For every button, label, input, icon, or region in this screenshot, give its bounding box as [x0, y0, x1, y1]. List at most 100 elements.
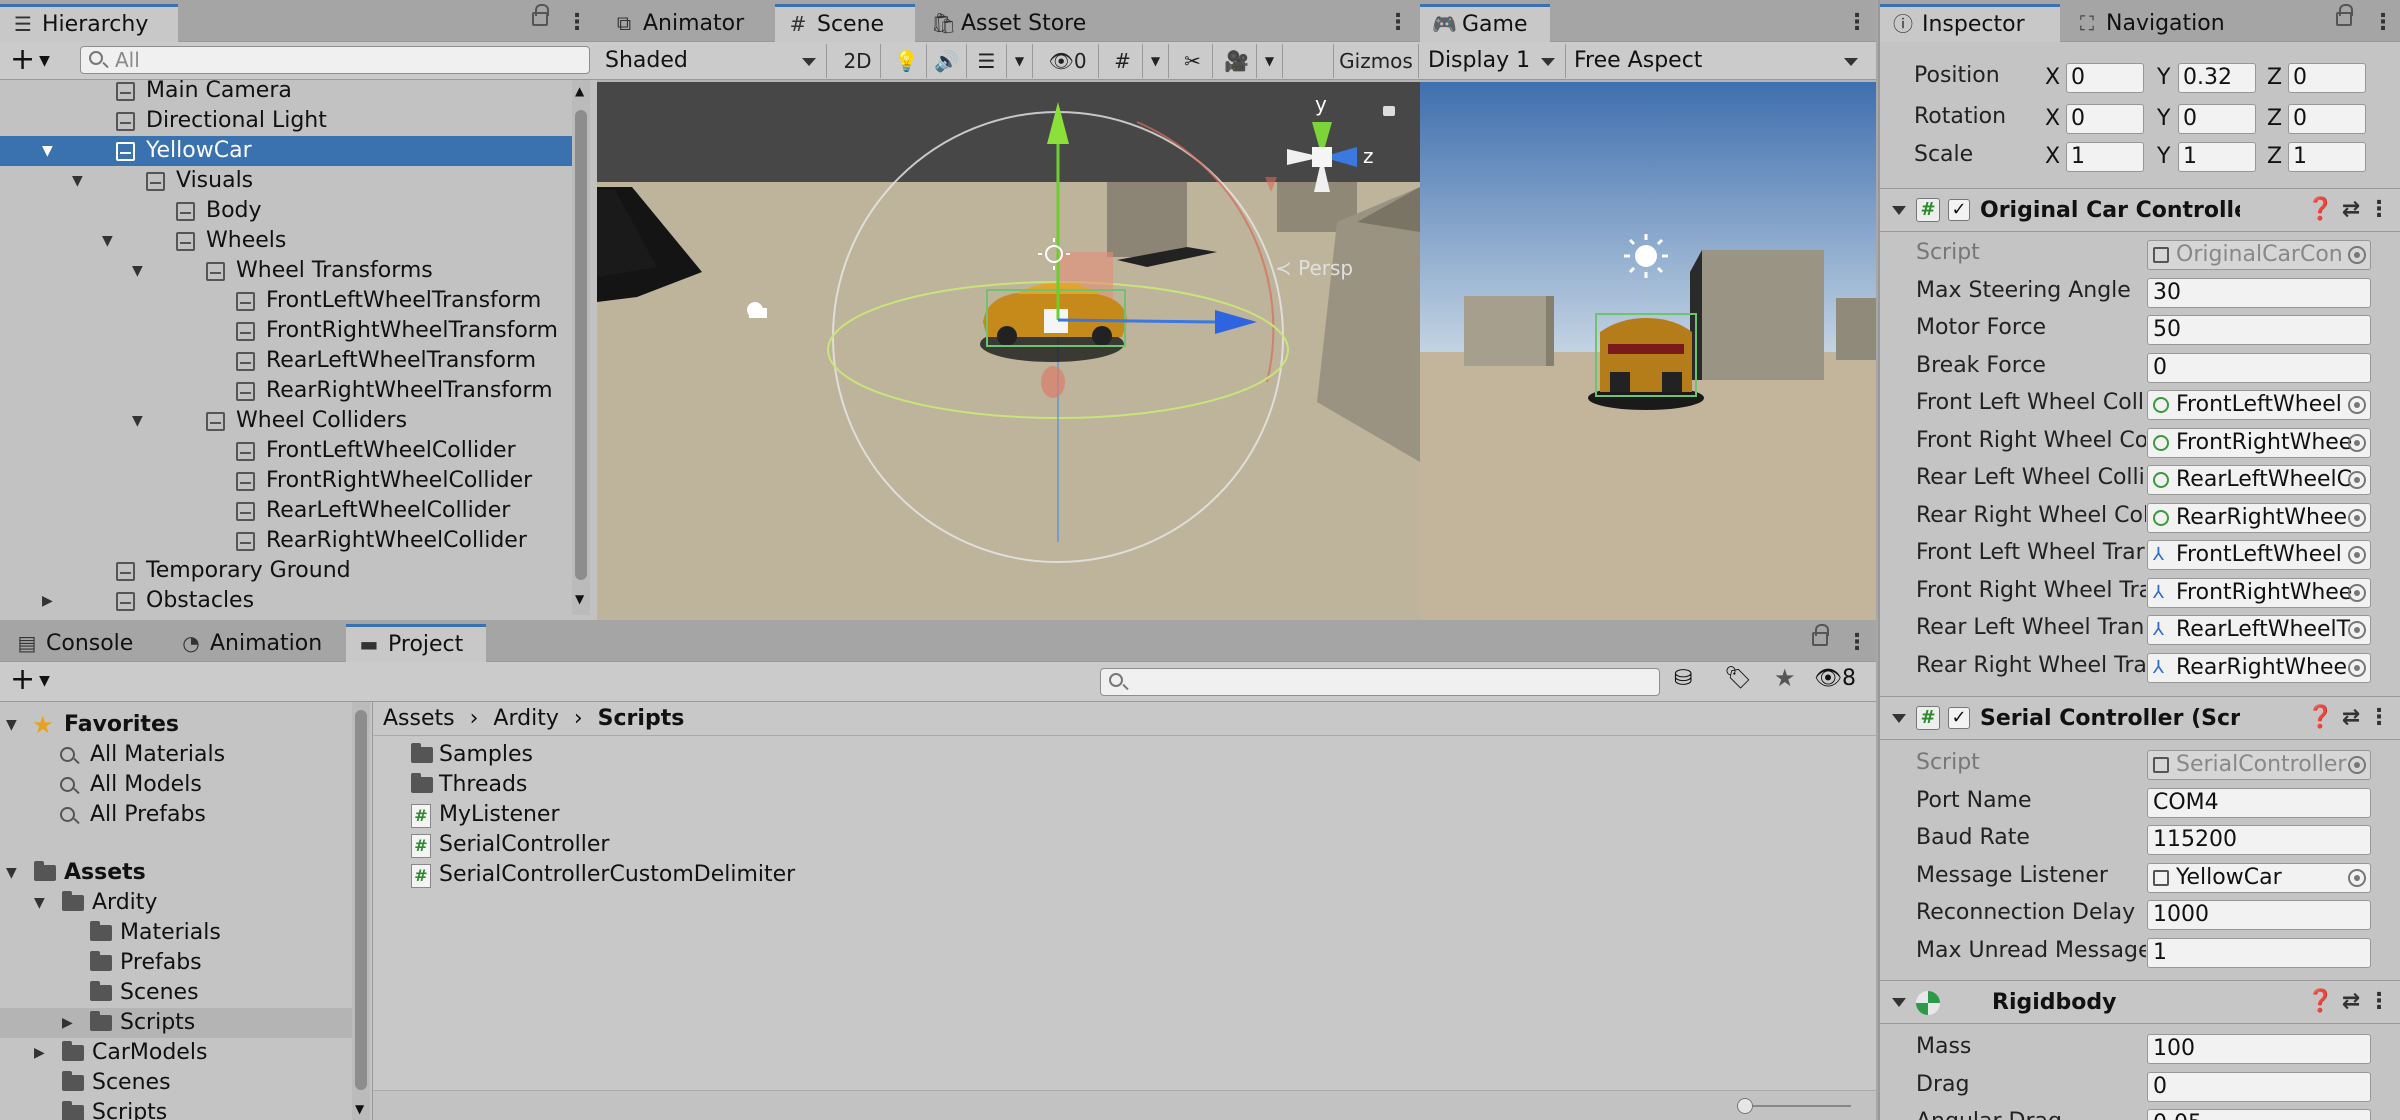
folder-item[interactable]: Threads — [373, 770, 1373, 800]
scroll-thumb[interactable] — [575, 110, 587, 580]
tab-asset-store[interactable]: 🛍 Asset Store — [919, 4, 1100, 42]
tab-inspector[interactable]: ⓘ Inspector — [1880, 4, 2060, 42]
lock-icon[interactable] — [2336, 4, 2353, 26]
zoom-slider-handle[interactable] — [1737, 1098, 1753, 1114]
expand-arrow-right-icon[interactable]: ▶ — [42, 586, 53, 616]
create-button[interactable]: + ▼ — [10, 662, 50, 699]
enabled-checkbox[interactable]: ✓ — [1948, 199, 1970, 221]
aspect-dropdown[interactable]: Free Aspect — [1566, 44, 1868, 78]
rotation-z-field[interactable]: 0 — [2288, 104, 2366, 134]
help-icon[interactable]: ❓ — [2307, 197, 2334, 222]
expand-arrow-down-icon[interactable]: ▼ — [34, 888, 45, 918]
hierarchy-search-input[interactable]: All — [80, 46, 590, 74]
value-field[interactable]: 50 — [2147, 315, 2371, 345]
camera-dropdown-icon[interactable]: ▼ — [1257, 44, 1283, 78]
kebab-menu-icon[interactable]: ⋮ — [2372, 10, 2394, 35]
position-z-field[interactable]: 0 — [2288, 63, 2366, 93]
toggle-2d-button[interactable]: 2D — [835, 44, 881, 78]
scene-viewport[interactable]: y z ≺ Persp — [597, 82, 1420, 620]
object-reference-field[interactable]: RearLeftWheelC — [2147, 465, 2371, 495]
asset-folder-item[interactable]: ▶ Scripts — [0, 1008, 352, 1038]
object-reference-field[interactable]: YellowCar — [2147, 862, 2371, 893]
gizmos-button[interactable]: Gizmos — [1333, 44, 1419, 78]
position-y-field[interactable]: 0.32 — [2178, 63, 2256, 93]
tools-icon[interactable]: ✂ — [1173, 44, 1213, 78]
breadcrumb-assets[interactable]: Assets — [383, 706, 455, 731]
scroll-up-arrow-icon[interactable]: ▲ — [575, 84, 584, 98]
tab-console[interactable]: ▤ Console — [4, 624, 147, 662]
asset-folder-item[interactable]: Scripts — [0, 1098, 352, 1120]
hierarchy-item[interactable]: Directional Light — [0, 106, 572, 136]
grid-toggle-icon[interactable]: # — [1103, 44, 1143, 78]
object-picker-icon[interactable] — [2348, 756, 2366, 774]
hierarchy-item[interactable]: FrontRightWheelTransform — [0, 316, 572, 346]
value-field[interactable]: 0 — [2147, 1071, 2371, 1102]
hierarchy-item[interactable]: RearRightWheelCollider — [0, 526, 572, 556]
value-field[interactable]: 100 — [2147, 1034, 2371, 1064]
hierarchy-item[interactable]: ▼ Visuals — [0, 166, 572, 196]
filter-by-type-icon[interactable]: ⛁ — [1674, 666, 1692, 691]
value-field[interactable]: 115200 — [2147, 825, 2371, 855]
object-reference-field[interactable]: FrontLeftWheel — [2147, 540, 2371, 570]
scale-z-field[interactable]: 1 — [2288, 142, 2366, 172]
expand-arrow-down-icon[interactable]: ▼ — [72, 166, 83, 196]
kebab-menu-icon[interactable]: ⋮ — [2368, 197, 2390, 222]
value-field[interactable]: 0.05 — [2147, 1109, 2371, 1120]
tab-animation[interactable]: ◔ Animation — [168, 624, 336, 662]
audio-toggle-icon[interactable]: 🔊 — [927, 44, 967, 78]
tab-scene[interactable]: # Scene — [775, 4, 915, 42]
kebab-menu-icon[interactable]: ⋮ — [1387, 10, 1409, 35]
breadcrumb-scripts[interactable]: Scripts — [598, 706, 685, 731]
tab-game[interactable]: 🎮 Game — [1420, 4, 1550, 42]
preset-icon[interactable]: ⇄ — [2342, 705, 2360, 730]
preset-icon[interactable]: ⇄ — [2342, 989, 2360, 1014]
favorite-search-item[interactable]: All Materials — [0, 740, 352, 770]
object-reference-field[interactable]: RearRightWhee — [2147, 502, 2371, 533]
project-search-input[interactable] — [1100, 668, 1660, 696]
value-field[interactable]: 30 — [2147, 277, 2371, 308]
hierarchy-item[interactable]: RearLeftWheelCollider — [0, 496, 572, 526]
value-field[interactable]: 0 — [2147, 352, 2371, 383]
scene-visibility-button[interactable]: 👁0 — [1037, 44, 1099, 78]
object-picker-icon[interactable] — [2348, 583, 2366, 602]
object-picker-icon[interactable] — [2348, 546, 2366, 564]
object-picker-icon[interactable] — [2348, 658, 2366, 677]
hierarchy-item[interactable]: RearLeftWheelTransform — [0, 346, 572, 376]
folder-tree-scrollbar[interactable]: ▼ — [352, 702, 370, 1120]
lock-icon[interactable] — [1812, 624, 1829, 646]
expand-arrow-down-icon[interactable]: ▼ — [102, 226, 113, 256]
lighting-toggle-icon[interactable]: 💡 — [887, 44, 927, 78]
hierarchy-item[interactable]: ▼ Wheel Colliders — [0, 406, 572, 436]
object-picker-icon[interactable] — [2348, 246, 2366, 264]
asset-folder-item[interactable]: Materials — [0, 918, 352, 948]
grid-dropdown-icon[interactable]: ▼ — [1143, 44, 1169, 78]
favorite-search-item[interactable]: All Prefabs — [0, 800, 352, 830]
scale-y-field[interactable]: 1 — [2178, 142, 2256, 172]
collapse-arrow-icon[interactable] — [1892, 714, 1906, 723]
expand-arrow-down-icon[interactable]: ▼ — [132, 256, 143, 286]
add-button[interactable]: + ▼ — [10, 42, 50, 79]
rigidbody-header[interactable]: Rigidbody ❓ ⇄ ⋮ — [1880, 980, 2400, 1024]
scroll-thumb[interactable] — [355, 710, 367, 1090]
filter-by-label-icon[interactable]: 🏷 — [1724, 666, 1752, 691]
hierarchy-item[interactable]: ▼ YellowCar — [0, 136, 572, 166]
enabled-checkbox[interactable]: ✓ — [1948, 707, 1970, 729]
orientation-gizmo[interactable]: y z — [1257, 92, 1387, 242]
tab-navigation[interactable]: ⛶ Navigation — [2064, 4, 2239, 42]
hierarchy-item[interactable]: RearRightWheelTransform — [0, 376, 572, 406]
value-field[interactable]: COM4 — [2147, 787, 2371, 818]
position-x-field[interactable]: 0 — [2066, 63, 2144, 93]
kebab-menu-icon[interactable]: ⋮ — [2368, 705, 2390, 730]
object-picker-icon[interactable] — [2348, 433, 2366, 452]
lock-icon[interactable] — [532, 4, 549, 26]
hidden-packages-button[interactable]: 👁8 — [1814, 666, 1856, 691]
preset-icon[interactable]: ⇄ — [2342, 197, 2360, 222]
expand-arrow-down-icon[interactable]: ▼ — [6, 858, 17, 888]
gizmo-lock-icon[interactable] — [1383, 106, 1395, 116]
kebab-menu-icon[interactable]: ⋮ — [566, 10, 588, 35]
kebab-menu-icon[interactable]: ⋮ — [1846, 630, 1868, 655]
object-reference-field[interactable]: FrontRightWhee — [2147, 577, 2371, 608]
asset-folder-item[interactable]: Scenes — [0, 1068, 352, 1098]
camera-icon[interactable]: 🎥 — [1217, 44, 1257, 78]
collapse-arrow-icon[interactable] — [1892, 206, 1906, 215]
